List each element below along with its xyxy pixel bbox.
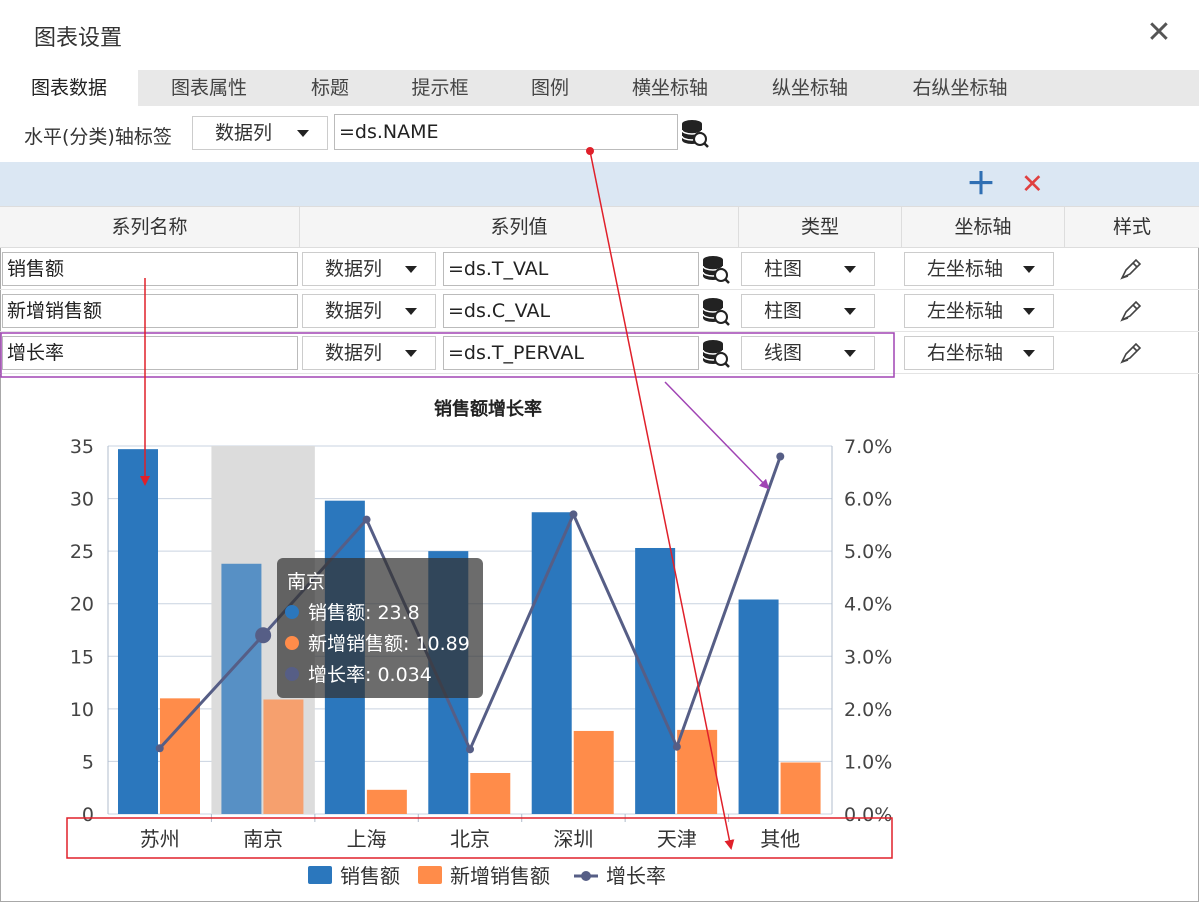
series-source-select[interactable]: 数据列 (302, 252, 436, 286)
series-source-select[interactable]: 数据列 (302, 336, 436, 370)
chevron-down-icon (405, 266, 417, 273)
database-search-icon[interactable] (701, 296, 731, 326)
series-axis-select[interactable]: 左坐标轴 (904, 252, 1054, 286)
series-source-select[interactable]: 数据列 (302, 294, 436, 328)
series-source-value: 数据列 (325, 300, 383, 322)
brush-style-icon[interactable] (1118, 340, 1144, 366)
header-series-name: 系列名称 (0, 207, 300, 247)
chevron-down-icon (844, 350, 856, 357)
series-name-input[interactable]: 销售额 (2, 252, 298, 286)
brush-style-icon[interactable] (1118, 256, 1144, 282)
series-type-select[interactable]: 线图 (741, 336, 875, 370)
series-row: 增长率 数据列 =ds.T_PERVAL 线图 右坐标轴 (0, 332, 1199, 374)
database-search-icon[interactable] (680, 118, 710, 148)
series-type-select[interactable]: 柱图 (741, 252, 875, 286)
series-row: 销售额 数据列 =ds.T_VAL 柱图 左坐标轴 (0, 248, 1199, 290)
plus-icon[interactable]: ＋ (966, 170, 996, 200)
category-axis-label: 水平(分类)轴标签 (24, 126, 172, 148)
chevron-down-icon (1023, 350, 1035, 357)
series-name-input[interactable]: 增长率 (2, 336, 298, 370)
series-type-value: 线图 (764, 342, 803, 364)
series-axis-value: 右坐标轴 (927, 342, 1004, 364)
brush-style-icon[interactable] (1118, 298, 1144, 324)
category-expression-input[interactable]: =ds.NAME (334, 114, 678, 150)
series-axis-select[interactable]: 右坐标轴 (904, 336, 1054, 370)
tab-x-axis[interactable]: 横坐标轴 (610, 70, 730, 106)
chevron-down-icon (297, 130, 309, 137)
category-source-value: 数据列 (215, 122, 273, 144)
category-axis-row: 水平(分类)轴标签 数据列 =ds.NAME (0, 106, 1199, 162)
series-type-value: 柱图 (764, 258, 803, 280)
chevron-down-icon (1023, 308, 1035, 315)
series-type-value: 柱图 (764, 300, 803, 322)
tab-y-axis[interactable]: 纵坐标轴 (750, 70, 870, 106)
header-series-value: 系列值 (300, 207, 739, 247)
tab-right-y-axis[interactable]: 右纵坐标轴 (890, 70, 1030, 106)
series-name-input[interactable]: 新增销售额 (2, 294, 298, 328)
header-style: 样式 (1112, 216, 1151, 238)
series-value-input[interactable]: =ds.T_VAL (443, 252, 699, 286)
tab-title[interactable]: 标题 (290, 70, 370, 106)
database-search-icon[interactable] (701, 338, 731, 368)
tab-bar: 图表数据 图表属性 标题 提示框 图例 横坐标轴 纵坐标轴 右纵坐标轴 (0, 70, 1199, 106)
series-axis-value: 左坐标轴 (927, 300, 1004, 322)
series-axis-select[interactable]: 左坐标轴 (904, 294, 1054, 328)
chevron-down-icon (1023, 266, 1035, 273)
series-grid-header: 系列名称 系列值 类型 坐标轴 样式 (0, 206, 1199, 248)
dialog-title: 图表设置 (34, 26, 123, 51)
tab-legend[interactable]: 图例 (510, 70, 590, 106)
chevron-down-icon (844, 308, 856, 315)
chevron-down-icon (844, 266, 856, 273)
header-type: 类型 (739, 207, 902, 247)
chevron-down-icon (405, 350, 417, 357)
header-axis: 坐标轴 (902, 207, 1065, 247)
series-source-value: 数据列 (325, 258, 383, 280)
series-axis-value: 左坐标轴 (927, 258, 1004, 280)
close-icon[interactable]: ✕ (1144, 18, 1174, 48)
chevron-down-icon (405, 308, 417, 315)
dialog-titlebar: 图表设置 ✕ (0, 0, 1199, 70)
database-search-icon[interactable] (701, 254, 731, 284)
series-value-input[interactable]: =ds.C_VAL (443, 294, 699, 328)
series-toolbar (0, 162, 1199, 206)
category-source-select[interactable]: 数据列 (192, 116, 328, 150)
series-source-value: 数据列 (325, 342, 383, 364)
series-value-input[interactable]: =ds.T_PERVAL (443, 336, 699, 370)
series-row: 新增销售额 数据列 =ds.C_VAL 柱图 左坐标轴 (0, 290, 1199, 332)
series-type-select[interactable]: 柱图 (741, 294, 875, 328)
tab-chart-properties[interactable]: 图表属性 (140, 70, 278, 106)
delete-x-icon[interactable]: ✕ (1021, 170, 1044, 200)
tab-tooltip[interactable]: 提示框 (390, 70, 490, 106)
tab-chart-data[interactable]: 图表数据 (0, 70, 138, 106)
